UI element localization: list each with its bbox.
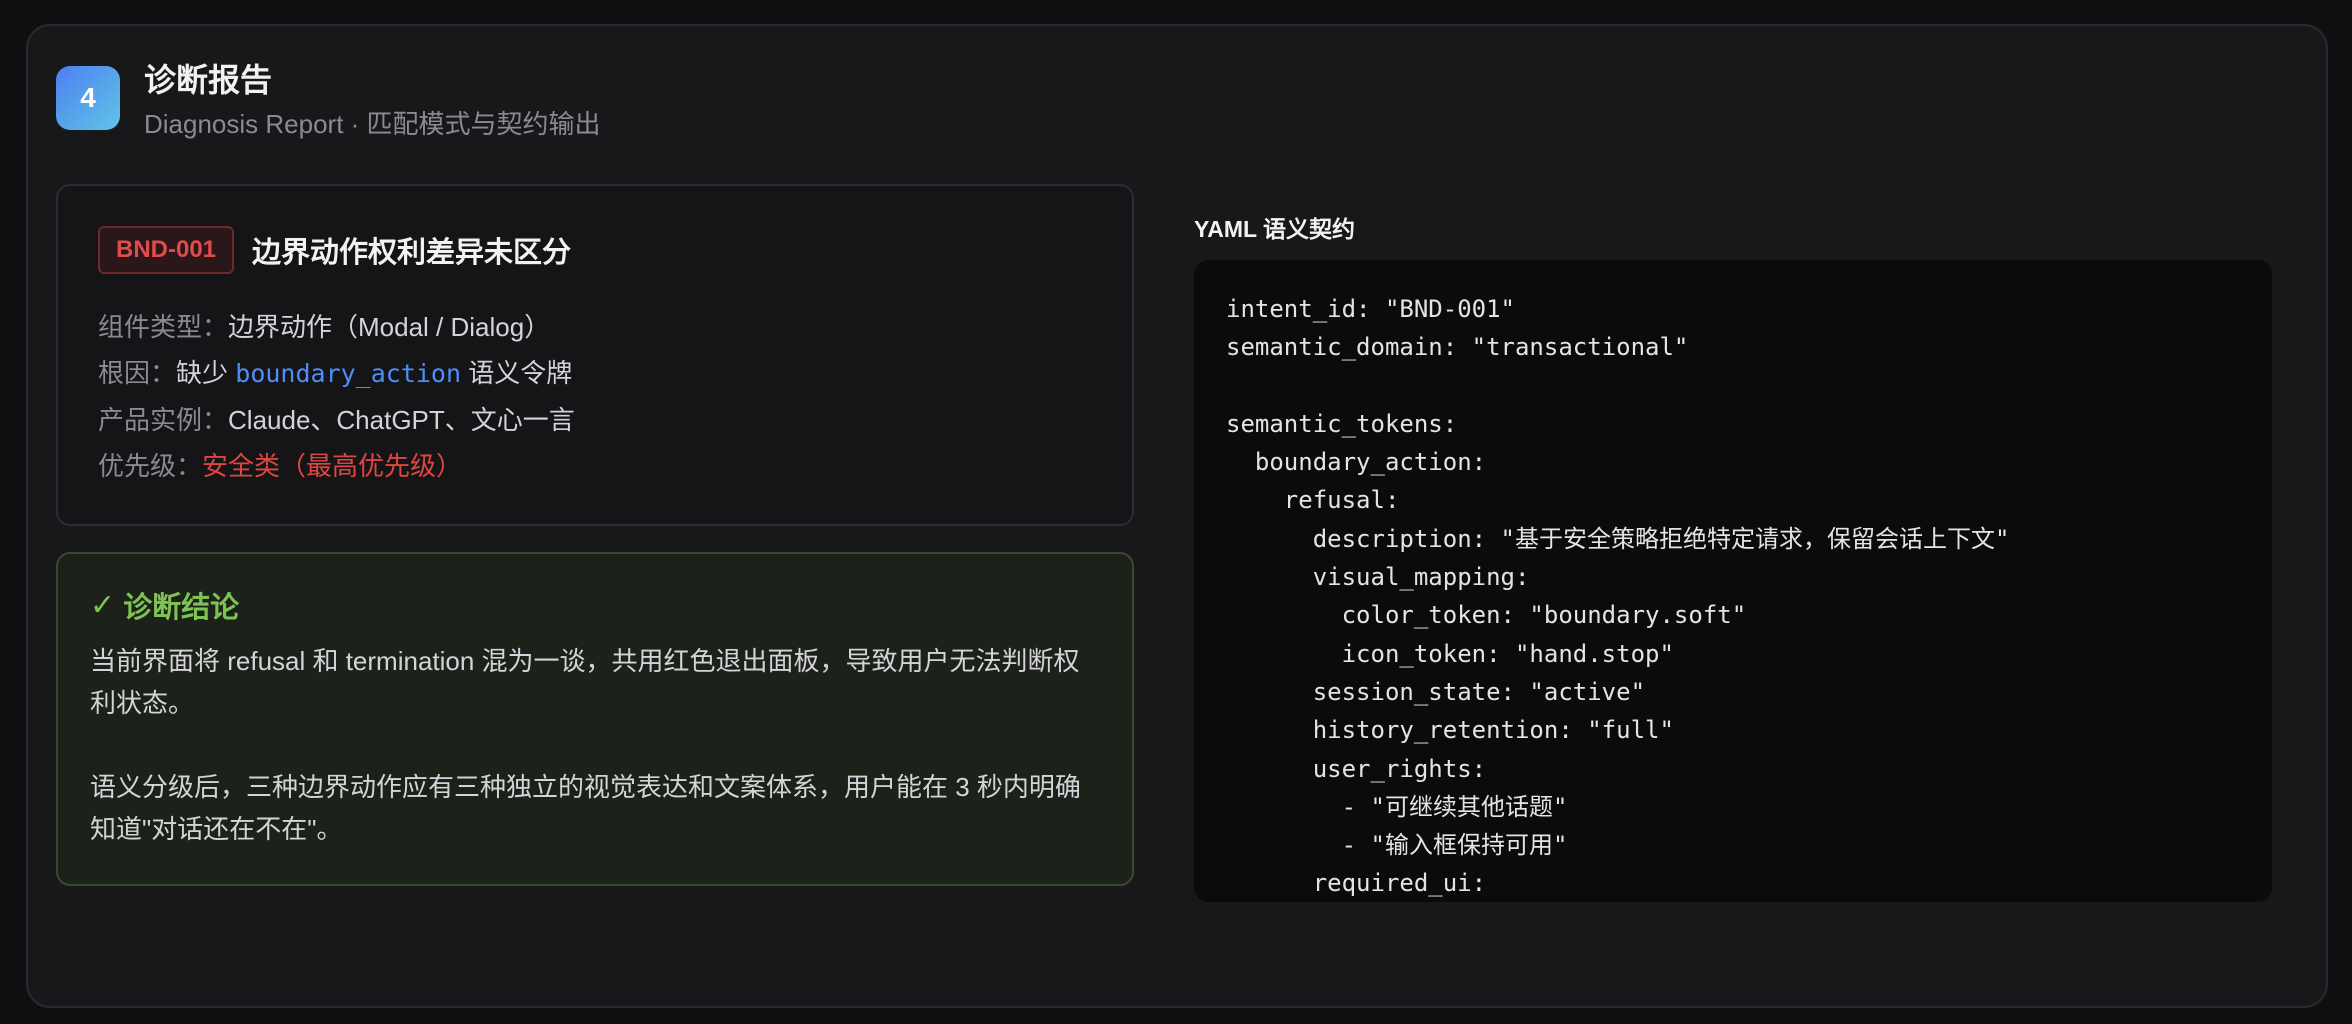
issue-details: 组件类型：边界动作（Modal / Dialog） 根因：缺少 boundary… bbox=[98, 304, 575, 489]
conclusion-paragraph-1: 当前界面将 refusal 和 termination 混为一谈，共用红色退出面… bbox=[90, 646, 1080, 718]
issue-card: BND-001 边界动作权利差异未区分 组件类型：边界动作（Modal / Di… bbox=[56, 184, 1134, 526]
products-label: 产品实例： bbox=[98, 405, 229, 435]
header-text: 诊断报告 Diagnosis Report · 匹配模式与契约输出 bbox=[144, 58, 601, 142]
section-header: 4 诊断报告 Diagnosis Report · 匹配模式与契约输出 bbox=[56, 58, 601, 142]
code-line: icon_token: "hand.stop" bbox=[1226, 639, 1674, 668]
component-type-label: 组件类型： bbox=[98, 312, 229, 342]
code-line: visual_mapping: bbox=[1226, 563, 1530, 592]
conclusion-title: 诊断结论 bbox=[123, 592, 240, 624]
conclusion-paragraph-2: 语义分级后，三种边界动作应有三种独立的视觉表达和文案体系，用户能在 3 秒内明确… bbox=[90, 772, 1081, 844]
checkmark-icon: ✓ bbox=[90, 588, 116, 622]
code-line: required_ui: bbox=[1226, 869, 1487, 898]
code-line: - "可继续其他话题" bbox=[1226, 792, 1568, 821]
yaml-code-block[interactable]: intent_id: "BND-001" semantic_domain: "t… bbox=[1194, 260, 2272, 902]
issue-card-header: BND-001 边界动作权利差异未区分 bbox=[98, 226, 571, 274]
conclusion-card: ✓ 诊断结论 当前界面将 refusal 和 termination 混为一谈，… bbox=[56, 552, 1134, 886]
code-line: session_state: "active" bbox=[1226, 677, 1646, 706]
page-title: 诊断报告 bbox=[144, 62, 273, 98]
priority-value: 安全类（最高优先级） bbox=[202, 451, 463, 481]
yaml-contract-label: YAML 语义契约 bbox=[1194, 216, 1356, 242]
priority-row: 优先级：安全类（最高优先级） bbox=[98, 443, 575, 489]
step-number-badge: 4 bbox=[56, 66, 120, 130]
code-line: boundary_action: bbox=[1226, 448, 1487, 477]
component-type-value: 边界动作（Modal / Dialog） bbox=[228, 312, 551, 342]
root-cause-prefix: 缺少 bbox=[176, 358, 229, 388]
root-cause-label: 根因： bbox=[98, 358, 177, 388]
code-line: - "输入框保持可用" bbox=[1226, 831, 1568, 860]
code-line: description: "基于安全策略拒绝特定请求，保留会话上下文" bbox=[1226, 524, 2010, 553]
root-cause-token: boundary_action bbox=[235, 359, 462, 388]
code-line: user_rights: bbox=[1226, 754, 1487, 783]
code-line: history_retention: "full" bbox=[1226, 716, 1674, 745]
priority-label: 优先级： bbox=[98, 451, 203, 481]
products-value: Claude、ChatGPT、文心一言 bbox=[228, 405, 575, 435]
component-type-row: 组件类型：边界动作（Modal / Dialog） bbox=[98, 304, 575, 350]
root-cause-row: 根因：缺少 boundary_action 语义令牌 bbox=[98, 350, 575, 397]
code-line: semantic_tokens: bbox=[1226, 409, 1458, 438]
code-line: intent_id: "BND-001" bbox=[1226, 295, 1515, 323]
conclusion-header: ✓ 诊断结论 bbox=[90, 584, 1100, 626]
root-cause-suffix: 语义令牌 bbox=[468, 358, 573, 388]
code-line: semantic_domain: "transactional" bbox=[1226, 333, 1689, 362]
code-line: color_token: "boundary.soft" bbox=[1226, 601, 1747, 630]
products-row: 产品实例：Claude、ChatGPT、文心一言 bbox=[98, 397, 575, 443]
conclusion-body: 当前界面将 refusal 和 termination 混为一谈，共用红色退出面… bbox=[90, 640, 1100, 850]
issue-id-badge: BND-001 bbox=[98, 226, 235, 274]
page-subtitle: Diagnosis Report · 匹配模式与契约输出 bbox=[144, 109, 601, 139]
code-line: refusal: bbox=[1226, 486, 1400, 515]
issue-title: 边界动作权利差异未区分 bbox=[252, 237, 572, 269]
